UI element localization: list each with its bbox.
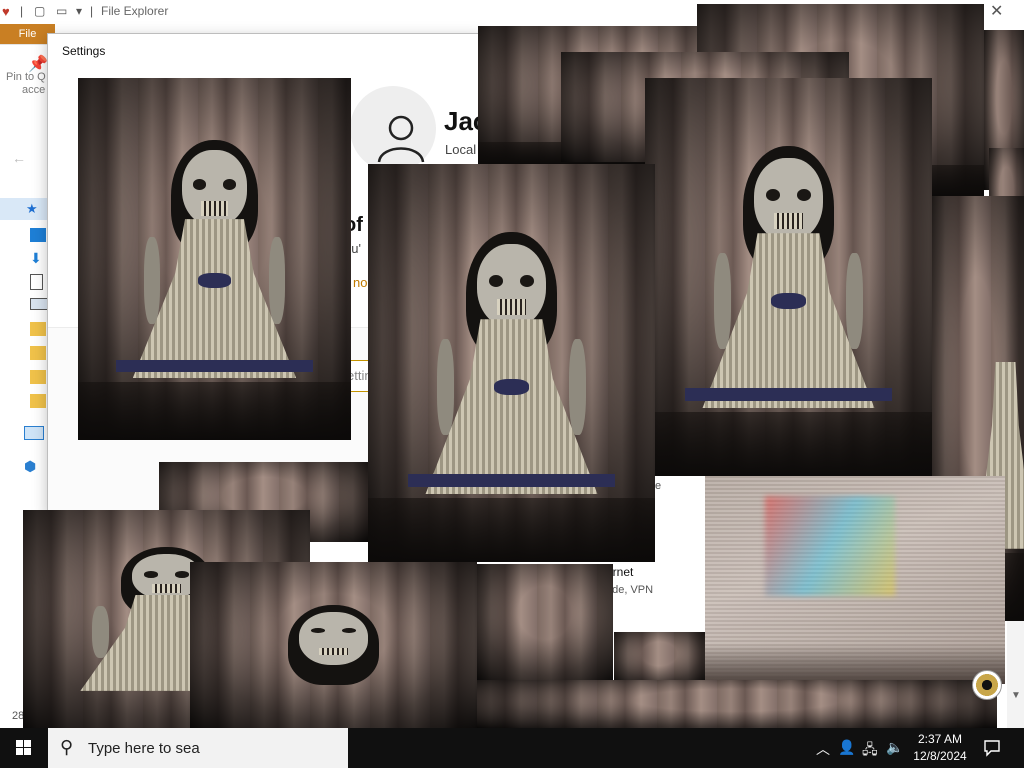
doll-image xyxy=(477,564,613,680)
person-icon[interactable]: 👤 xyxy=(838,739,855,756)
tile-text-fragment: e xyxy=(655,480,662,492)
divider: | xyxy=(20,4,24,18)
doll-image xyxy=(78,78,351,440)
back-button[interactable]: ← xyxy=(12,150,26,166)
scroll-down-icon[interactable]: ▼ xyxy=(1011,690,1021,701)
doll-image xyxy=(645,78,932,476)
volume-icon[interactable]: 🔈 xyxy=(886,739,903,756)
clock-date[interactable]: 12/8/2024 xyxy=(908,749,972,763)
doll-image xyxy=(190,562,477,728)
documents-icon[interactable] xyxy=(30,274,43,290)
customize-qat-icon[interactable]: ▾ xyxy=(76,4,82,18)
network-tile-subtitle: ode, VPN xyxy=(606,584,654,596)
account-type: Local xyxy=(445,142,477,157)
folder-icon[interactable] xyxy=(30,322,46,336)
folder-icon[interactable] xyxy=(30,346,46,360)
pin-icon: 📌 xyxy=(28,56,48,73)
star-icon: ★ xyxy=(26,201,38,216)
taskbar-search-box[interactable]: ⚲ Type here to sea xyxy=(48,728,348,768)
properties-icon[interactable]: ▢ xyxy=(34,4,45,18)
pictures-icon[interactable] xyxy=(30,298,48,310)
network-icon[interactable]: ⬢ xyxy=(24,458,40,474)
clock-time[interactable]: 2:37 AM xyxy=(912,732,968,746)
profile-link[interactable]: no xyxy=(353,275,367,290)
user-icon xyxy=(377,115,425,163)
new-folder-icon[interactable]: ▭ xyxy=(56,4,67,18)
glitched-doll-image xyxy=(705,476,1005,684)
eyeball-icon[interactable] xyxy=(972,670,1002,700)
doll-image xyxy=(477,680,997,728)
folder-icon[interactable] xyxy=(30,370,46,384)
folder-icon[interactable] xyxy=(30,394,46,408)
this-pc-icon[interactable] xyxy=(24,426,44,440)
close-button[interactable]: ✕ xyxy=(990,1,1003,21)
network-icon[interactable]: 🖧 xyxy=(862,739,878,763)
divider: | xyxy=(90,4,94,18)
settings-title: Settings xyxy=(62,44,106,58)
downloads-icon[interactable]: ⬇ xyxy=(30,250,46,266)
start-button[interactable] xyxy=(0,728,48,768)
app-icon: ♥ xyxy=(2,4,10,19)
sidebar-item-quick-access[interactable]: ★ xyxy=(0,198,48,220)
search-icon: ⚲ xyxy=(60,737,74,757)
windows-logo-icon xyxy=(16,740,31,755)
notification-icon[interactable] xyxy=(983,739,1001,757)
chevron-up-icon[interactable]: ︿ xyxy=(816,739,830,759)
pin-to-quick-access-button[interactable]: 📌 Pin to Q acce xyxy=(6,56,48,97)
desktop-icon[interactable] xyxy=(30,228,46,242)
pin-label-line2: acce xyxy=(22,84,46,96)
doll-image xyxy=(614,632,705,684)
doll-image xyxy=(368,164,655,562)
window-title: File Explorer xyxy=(101,4,169,18)
pin-label-line1: Pin to Q xyxy=(6,71,46,83)
search-placeholder: Type here to sea xyxy=(88,740,200,757)
